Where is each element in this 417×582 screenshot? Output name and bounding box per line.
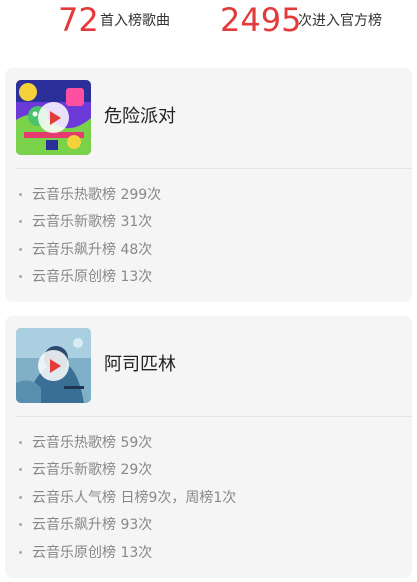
list-item: 云音乐原创榜 13次 [19,543,152,563]
entry-text: 云音乐热歌榜 299次 [32,187,162,203]
list-item: 云音乐热歌榜 299次 [19,185,161,205]
bullet [19,522,22,526]
stat-value: 72 [58,1,99,39]
entry-text: 云音乐飙升榜 48次 [32,242,153,258]
list-item: 云音乐原创榜 13次 [19,267,152,287]
bullet [19,440,22,444]
song-card: 阿司匹林 云音乐热歌榜 59次 云音乐新歌榜 29次 云音乐人气榜 日榜9次，周… [5,316,412,578]
list-item: 云音乐人气榜 日榜9次，周榜1次 [19,488,236,508]
entry-text: 云音乐热歌榜 59次 [32,435,153,451]
stat-label: 首入榜歌曲 [100,13,170,29]
entry-text: 云音乐原创榜 13次 [32,545,153,561]
divider [16,416,412,417]
entry-text: 云音乐新歌榜 29次 [32,462,153,478]
song-card: 危险派对 云音乐热歌榜 299次 云音乐新歌榜 31次 云音乐飙升榜 48次 云… [5,68,412,302]
divider [16,168,412,169]
bullet [19,495,22,499]
stat-first-entry: 72 首入榜歌曲 [58,0,208,40]
stat-label: 次进入官方榜 [298,13,382,29]
bullet [19,550,22,554]
list-item: 云音乐新歌榜 31次 [19,212,152,232]
list-item: 云音乐飙升榜 48次 [19,240,152,260]
bullet [19,219,22,223]
album-cover[interactable] [16,80,91,155]
list-item: 云音乐热歌榜 59次 [19,433,152,453]
entry-text: 云音乐原创榜 13次 [32,269,153,285]
bullet [19,192,22,196]
song-title[interactable]: 阿司匹林 [104,353,176,377]
bullet [19,467,22,471]
list-item: 云音乐飙升榜 93次 [19,515,152,535]
stats-bar: 72 首入榜歌曲 2495 次进入官方榜 [0,0,417,40]
entry-text: 云音乐人气榜 日榜9次，周榜1次 [32,490,237,506]
entry-text: 云音乐飙升榜 93次 [32,517,153,533]
stat-official-entries: 2495 次进入官方榜 [220,0,410,40]
album-cover[interactable] [16,328,91,403]
bullet [19,247,22,251]
entry-text: 云音乐新歌榜 31次 [32,214,153,230]
bullet [19,274,22,278]
play-icon[interactable] [38,102,69,133]
play-icon[interactable] [38,350,69,381]
song-title[interactable]: 危险派对 [104,105,176,129]
stat-value: 2495 [220,1,302,39]
list-item: 云音乐新歌榜 29次 [19,460,152,480]
